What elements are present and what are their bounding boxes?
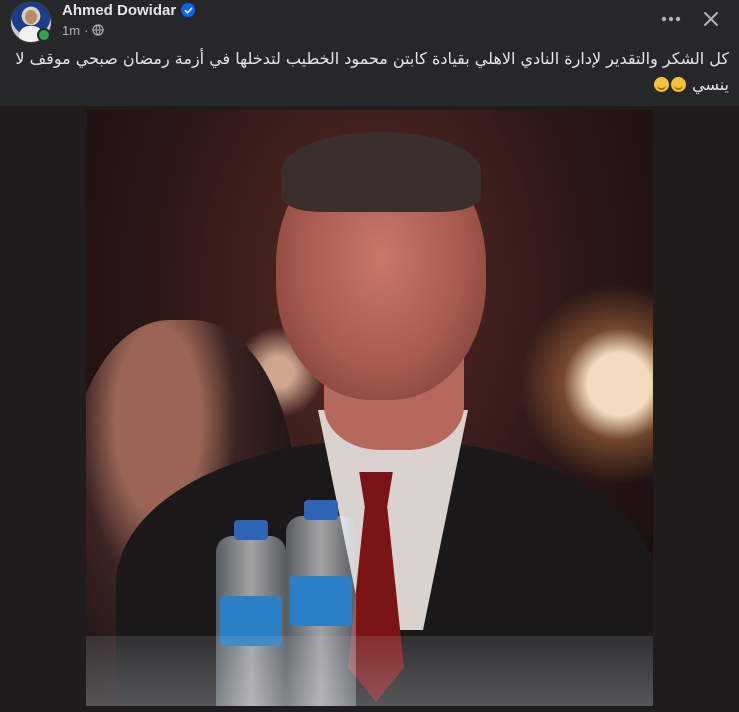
post-text-container: كل الشكر والتقدير لإدارة النادي الاهلي ب… — [14, 46, 729, 98]
online-status-icon — [37, 28, 51, 42]
author-name-row: Ahmed Dowidar — [62, 0, 196, 20]
meta-separator: · — [84, 22, 89, 38]
close-button[interactable] — [698, 6, 724, 32]
post-header: Ahmed Dowidar 1m · — [0, 0, 739, 43]
more-options-button[interactable] — [658, 6, 684, 32]
globe-icon[interactable] — [92, 24, 105, 36]
author-name[interactable]: Ahmed Dowidar — [62, 2, 176, 19]
clapping-hands-icon — [654, 77, 670, 92]
more-horizontal-icon — [661, 16, 681, 22]
clapping-hands-icon — [671, 77, 687, 92]
verified-badge-icon — [181, 3, 196, 17]
post-photo[interactable] — [86, 110, 653, 706]
post-timestamp[interactable]: 1m — [62, 23, 80, 38]
close-icon — [704, 12, 718, 26]
post-text: كل الشكر والتقدير لإدارة النادي الاهلي ب… — [15, 49, 729, 94]
author-avatar[interactable] — [10, 1, 52, 43]
post-meta: 1m · — [62, 21, 105, 39]
